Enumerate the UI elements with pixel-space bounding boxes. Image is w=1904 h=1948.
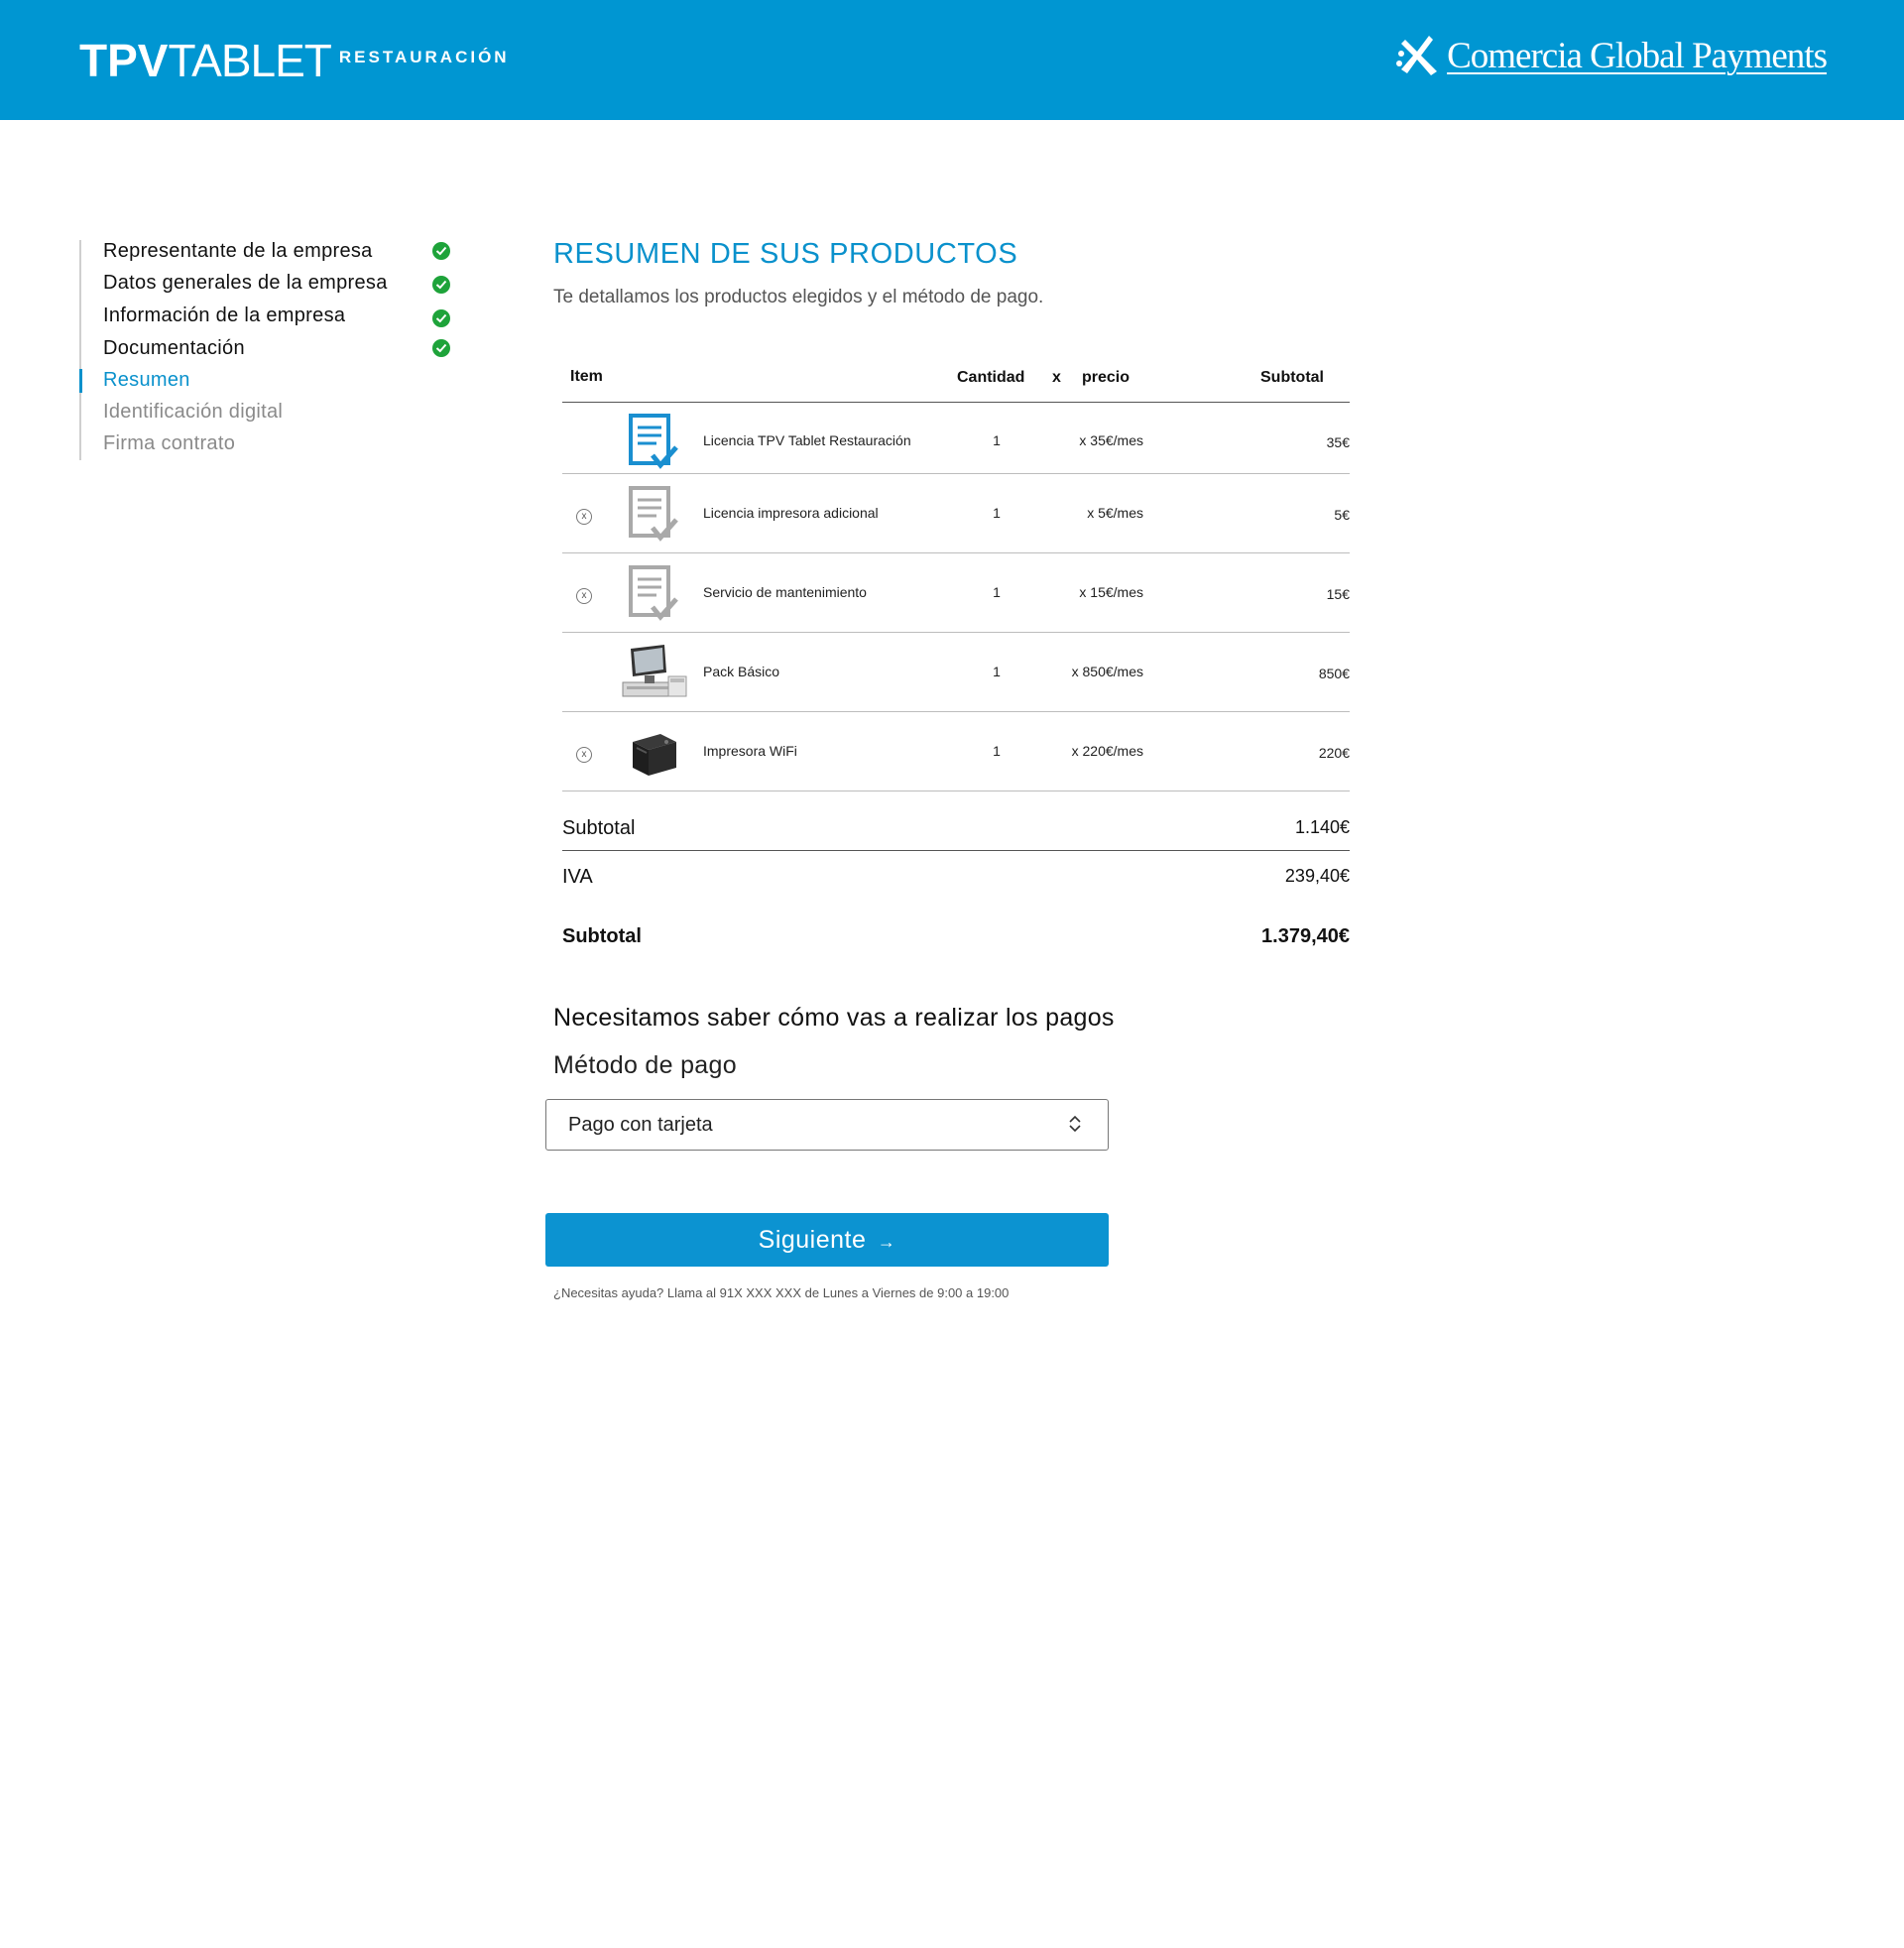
product-subtotal: 15€: [1326, 586, 1350, 602]
product-price: x 15€/mes: [1079, 584, 1143, 600]
pos-terminal-image: [622, 645, 687, 697]
divider: [562, 473, 1350, 474]
next-button-label: Siguiente →: [545, 1226, 1109, 1255]
check-icon: [432, 309, 450, 327]
iva-value: 239,40€: [1284, 866, 1350, 886]
total-value: 1.379,40€: [1261, 925, 1350, 947]
payment-method-label: Método de pago: [553, 1051, 737, 1079]
divider: [562, 402, 1350, 403]
remove-icon[interactable]: x: [576, 509, 592, 525]
arrow-right-icon: →: [877, 1232, 896, 1252]
step-firma: Firma contrato: [103, 432, 236, 454]
next-label-text: Siguiente: [758, 1226, 867, 1254]
step-representante[interactable]: Representante de la empresa: [103, 240, 373, 263]
total-label: Subtotal: [562, 925, 642, 947]
table-row: x Servicio de mantenimiento 1 x 15€/mes …: [562, 555, 1350, 635]
help-text: ¿Necesitas ayuda? Llama al 91X XXX XXX d…: [553, 1285, 1010, 1300]
next-button[interactable]: Siguiente →: [545, 1213, 1109, 1267]
payment-method-select[interactable]: Pago con tarjeta: [545, 1099, 1109, 1151]
comercia-logo[interactable]: Comercia Global Payments: [1395, 34, 1828, 77]
step-datos-generales[interactable]: Datos generales de la empresa: [103, 272, 388, 295]
page-title: RESUMEN DE SUS PRODUCTOS: [553, 238, 1018, 270]
col-item: Item: [570, 368, 603, 385]
product-qty: 1: [993, 743, 1001, 759]
license-icon: [629, 565, 678, 621]
partner-name: Comercia Global Payments: [1447, 35, 1828, 76]
product-qty: 1: [993, 432, 1001, 448]
product-subtotal: 35€: [1326, 434, 1350, 450]
col-x: x: [1052, 369, 1061, 386]
col-cantidad: Cantidad: [957, 369, 1025, 386]
star-icon: [1396, 36, 1438, 75]
top-header: TPV TABLET RESTAURACIÓN Comercia Global …: [0, 0, 1904, 120]
product-subtotal: 850€: [1318, 666, 1350, 681]
product-name: Impresora WiFi: [703, 743, 797, 759]
page-subtitle: Te detallamos los productos elegidos y e…: [553, 287, 1044, 307]
product-qty: 1: [993, 664, 1001, 679]
product-name: Pack Básico: [703, 664, 780, 679]
remove-icon[interactable]: x: [576, 588, 592, 604]
subtotal-label: Subtotal: [562, 817, 636, 839]
product-price: x 5€/mes: [1087, 505, 1143, 521]
brand-light: TABLET: [168, 35, 331, 86]
license-icon: [629, 414, 678, 469]
check-icon: [432, 339, 450, 357]
payment-method-value: Pago con tarjeta: [568, 1114, 713, 1136]
product-subtotal: 220€: [1318, 745, 1350, 761]
product-price: x 850€/mes: [1071, 664, 1143, 679]
product-name: Servicio de mantenimiento: [703, 584, 867, 600]
payment-question: Necesitamos saber cómo vas a realizar lo…: [553, 1004, 1115, 1032]
divider: [562, 552, 1350, 553]
step-resumen[interactable]: Resumen: [103, 369, 190, 392]
license-icon: [629, 486, 678, 542]
step-identificacion: Identificación digital: [103, 401, 284, 423]
subtotal-value: 1.140€: [1294, 817, 1350, 837]
product-qty: 1: [993, 505, 1001, 521]
brand-sub: RESTAURACIÓN: [338, 48, 510, 66]
progress-steps: Representante de la empresa Datos genera…: [79, 240, 458, 460]
col-subtotal: Subtotal: [1260, 369, 1324, 386]
brand-strong: TPV: [79, 35, 169, 86]
table-row: Licencia TPV Tablet Restauración 1 x 35€…: [562, 404, 1350, 483]
product-name: Licencia TPV Tablet Restauración: [703, 432, 911, 448]
product-price: x 220€/mes: [1071, 743, 1143, 759]
product-price: x 35€/mes: [1079, 432, 1143, 448]
table-row: x Impresora WiFi 1 x 220€/mes 220€: [562, 714, 1350, 793]
check-icon: [432, 242, 450, 260]
chevron-up-down-icon: [1069, 1115, 1081, 1133]
iva-label: IVA: [562, 866, 593, 888]
product-subtotal: 5€: [1334, 507, 1350, 523]
table-row: x Licencia impresora adicional 1 x 5€/me…: [562, 476, 1350, 555]
tpv-tablet-logo[interactable]: TPV TABLET RESTAURACIÓN: [79, 34, 510, 87]
product-name: Licencia impresora adicional: [703, 505, 879, 521]
product-qty: 1: [993, 584, 1001, 600]
step-documentacion[interactable]: Documentación: [103, 337, 245, 360]
divider: [562, 850, 1350, 851]
step-informacion[interactable]: Información de la empresa: [103, 304, 345, 327]
divider: [562, 632, 1350, 633]
printer-image: [633, 734, 676, 776]
table-row: Pack Básico 1 x 850€/mes 850€: [562, 635, 1350, 714]
check-icon: [432, 276, 450, 294]
col-precio: precio: [1082, 369, 1130, 386]
divider: [562, 711, 1350, 712]
active-step-marker: [79, 369, 82, 393]
remove-icon[interactable]: x: [576, 747, 592, 763]
